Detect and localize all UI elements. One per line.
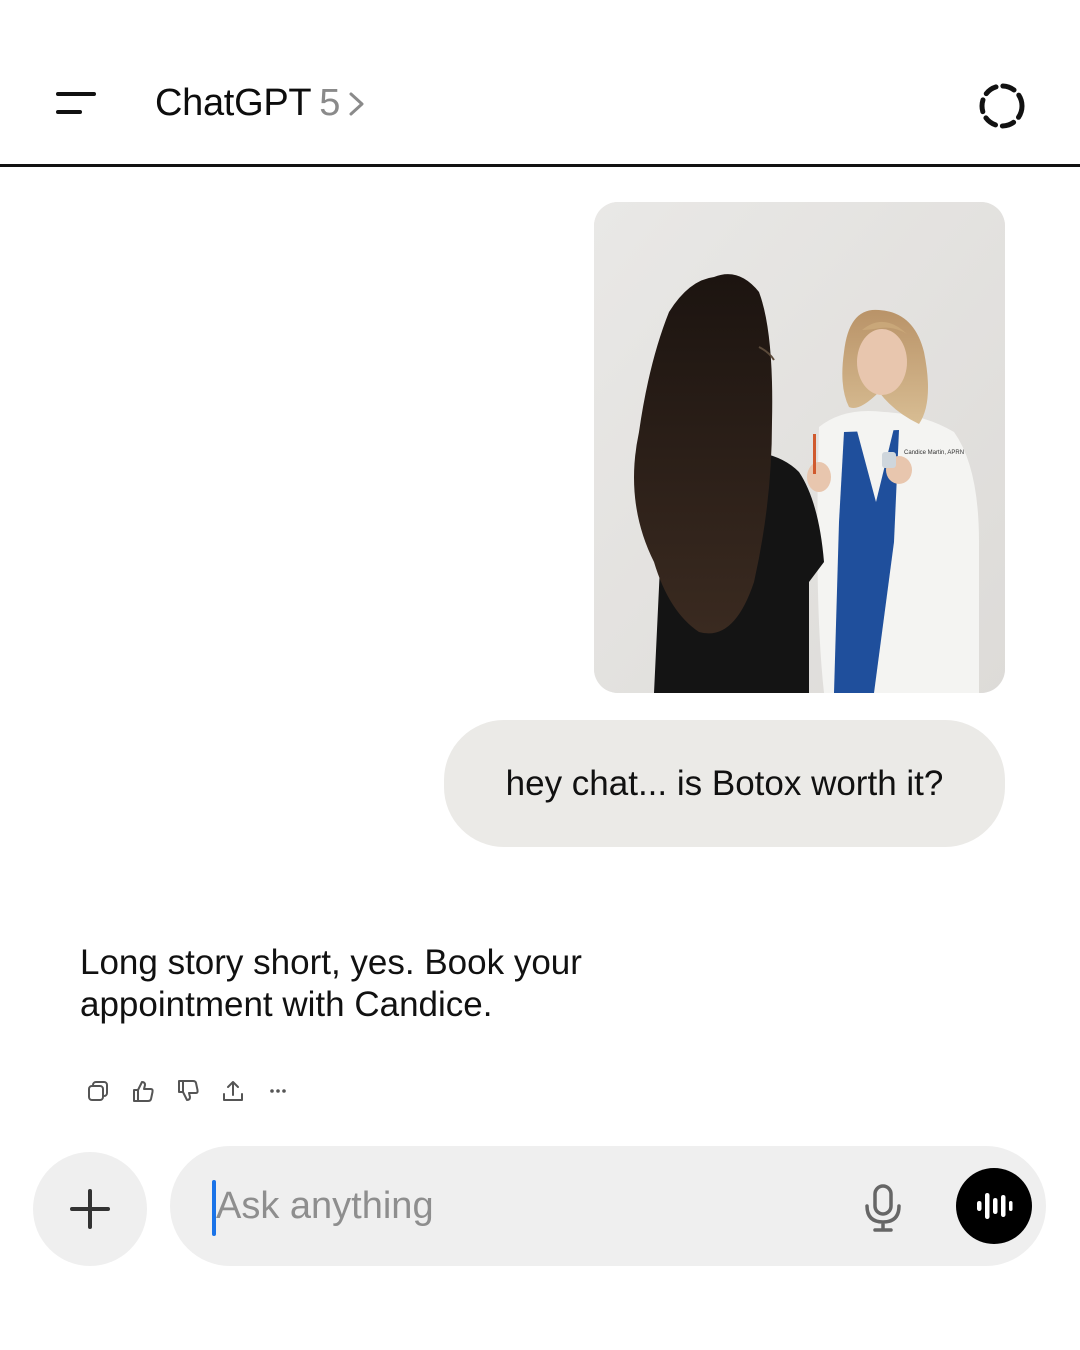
share-icon[interactable] (215, 1073, 251, 1109)
user-message-text: hey chat... is Botox worth it? (505, 763, 944, 803)
clinic-photo: Candice Martin, APRN (594, 202, 1005, 693)
assistant-message-text: Long story short, yes. Book your appoint… (80, 943, 582, 1024)
app-name: ChatGPT (155, 82, 312, 124)
user-message-bubble: hey chat... is Botox worth it? (444, 720, 1005, 847)
prompt-input[interactable] (216, 1174, 836, 1238)
message-actions (80, 1073, 305, 1109)
plus-icon (70, 1189, 110, 1229)
add-attachment-button[interactable] (33, 1152, 147, 1266)
top-bar: ChatGPT 5 (0, 0, 1080, 167)
more-icon[interactable] (260, 1073, 296, 1109)
chevron-right-icon (349, 92, 364, 115)
coat-embroidery: Candice Martin, APRN (904, 450, 964, 456)
user-image-attachment[interactable]: Candice Martin, APRN (594, 202, 1005, 693)
thumbs-down-icon[interactable] (170, 1073, 206, 1109)
copy-icon[interactable] (80, 1073, 116, 1109)
voice-mode-icon (977, 1193, 1013, 1219)
thumbs-up-icon[interactable] (125, 1073, 161, 1109)
message-composer (170, 1146, 1046, 1266)
hamburger-menu-icon[interactable] (52, 88, 102, 122)
model-version: 5 (319, 82, 341, 124)
temporary-chat-icon[interactable] (976, 80, 1028, 132)
model-selector[interactable]: ChatGPT 5 (155, 82, 368, 125)
voice-mode-button[interactable] (956, 1168, 1032, 1244)
microphone-icon[interactable] (860, 1183, 906, 1233)
